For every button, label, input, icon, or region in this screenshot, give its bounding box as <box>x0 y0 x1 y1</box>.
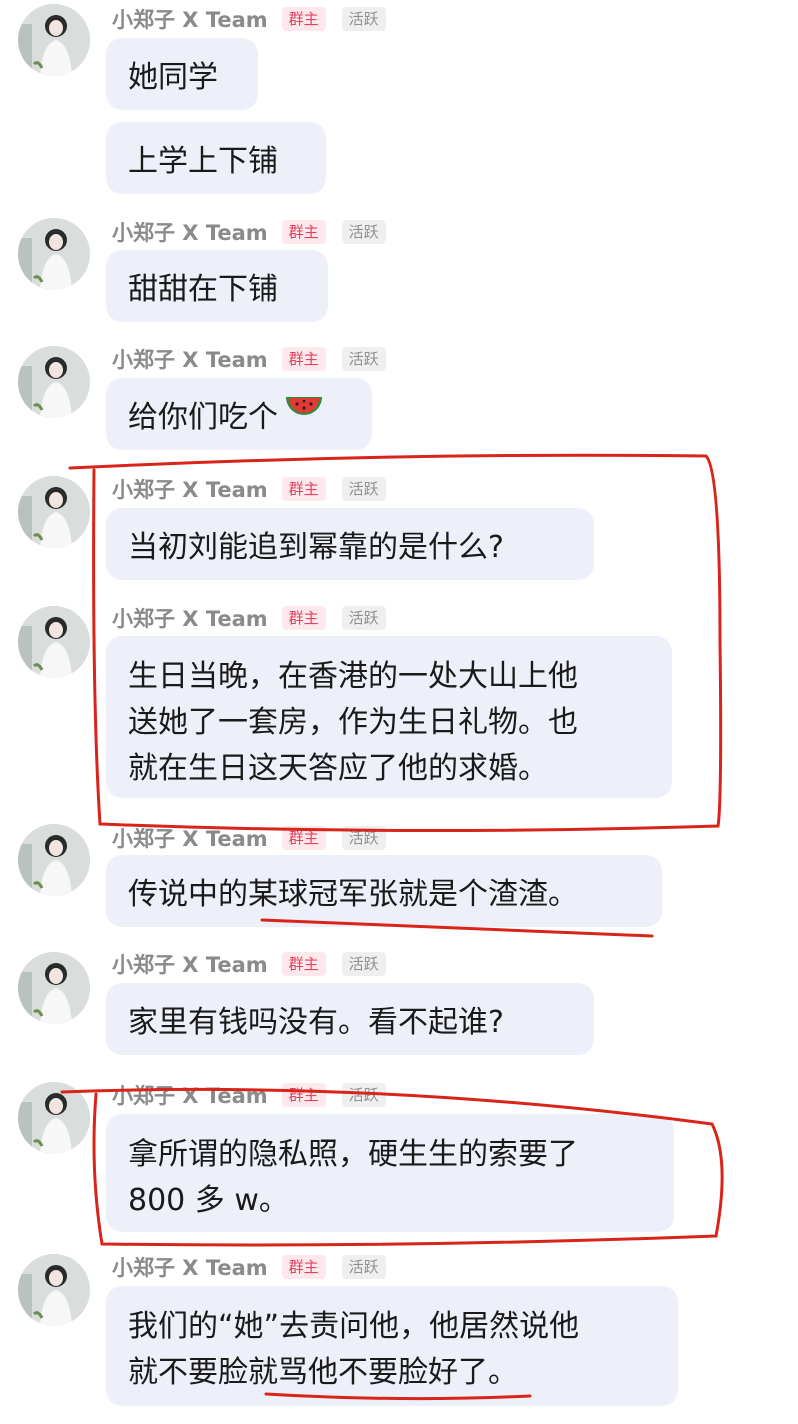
message-header: 小郑子 X Team 群主 活跃 <box>112 1254 402 1280</box>
owner-badge: 群主 <box>281 826 326 850</box>
active-badge: 活跃 <box>341 952 386 976</box>
avatar[interactable] <box>18 346 90 418</box>
message-bubble[interactable]: 甜甜在下铺 <box>106 250 328 322</box>
avatar[interactable] <box>18 1254 90 1326</box>
message-bubble[interactable]: 我们的“她”去责问他，他居然说他 就不要脸就骂他不要脸好了。 <box>106 1286 678 1406</box>
owner-badge: 群主 <box>281 7 326 31</box>
message-text: 就不要脸就骂他不要脸好了。 <box>128 1355 518 1390</box>
message-text: 生日当晚，在香港的一处大山上他 <box>128 659 578 694</box>
message-text: 800 多 w。 <box>128 1183 289 1218</box>
message-header: 小郑子 X Team 群主 活跃 <box>112 6 402 32</box>
owner-badge: 群主 <box>281 220 326 244</box>
avatar[interactable] <box>18 476 90 548</box>
watermelon-icon <box>284 393 324 435</box>
message-text: 送她了一套房，作为生日礼物。也 <box>128 705 578 740</box>
message-bubble[interactable]: 拿所谓的隐私照，硬生生的索要了 800 多 w。 <box>106 1114 674 1232</box>
avatar[interactable] <box>18 824 90 896</box>
sender-name[interactable]: 小郑子 X Team <box>112 217 268 247</box>
message-text: 就在生日这天答应了他的求婚。 <box>128 751 548 786</box>
active-badge: 活跃 <box>341 7 386 31</box>
message-header: 小郑子 X Team 群主 活跃 <box>112 219 402 245</box>
message-bubble[interactable]: 她同学 <box>106 38 258 110</box>
avatar[interactable] <box>18 952 90 1024</box>
sender-name[interactable]: 小郑子 X Team <box>112 949 268 979</box>
avatar[interactable] <box>18 4 90 76</box>
message-bubble[interactable]: 给你们吃个 <box>106 378 372 450</box>
active-badge: 活跃 <box>341 1083 386 1107</box>
message-bubble[interactable]: 当初刘能追到幂靠的是什么? <box>106 508 594 580</box>
message-text: 甜甜在下铺 <box>128 272 278 307</box>
avatar[interactable] <box>18 1082 90 1154</box>
sender-name[interactable]: 小郑子 X Team <box>112 4 268 34</box>
avatar[interactable] <box>18 606 90 678</box>
message-header: 小郑子 X Team 群主 活跃 <box>112 825 402 851</box>
message-header: 小郑子 X Team 群主 活跃 <box>112 346 402 372</box>
message-text: 上学上下铺 <box>128 144 278 179</box>
message-bubble[interactable]: 上学上下铺 <box>106 122 326 194</box>
active-badge: 活跃 <box>341 1255 386 1279</box>
active-badge: 活跃 <box>341 477 386 501</box>
message-bubble[interactable]: 家里有钱吗没有。看不起谁? <box>106 983 594 1055</box>
owner-badge: 群主 <box>281 347 326 371</box>
message-text: 家里有钱吗没有。看不起谁? <box>128 1005 504 1040</box>
active-badge: 活跃 <box>341 220 386 244</box>
active-badge: 活跃 <box>341 826 386 850</box>
message-text: 她同学 <box>128 60 218 95</box>
avatar[interactable] <box>18 218 90 290</box>
owner-badge: 群主 <box>281 1083 326 1107</box>
message-text: 传说中的某球冠军张就是个渣渣。 <box>128 877 578 912</box>
message-header: 小郑子 X Team 群主 活跃 <box>112 605 402 631</box>
message-text: 我们的“她”去责问他，他居然说他 <box>128 1309 580 1344</box>
sender-name[interactable]: 小郑子 X Team <box>112 474 268 504</box>
active-badge: 活跃 <box>341 606 386 630</box>
message-bubble[interactable]: 传说中的某球冠军张就是个渣渣。 <box>106 855 662 927</box>
message-header: 小郑子 X Team 群主 活跃 <box>112 1082 402 1108</box>
owner-badge: 群主 <box>281 606 326 630</box>
sender-name[interactable]: 小郑子 X Team <box>112 603 268 633</box>
owner-badge: 群主 <box>281 1255 326 1279</box>
sender-name[interactable]: 小郑子 X Team <box>112 344 268 374</box>
owner-badge: 群主 <box>281 477 326 501</box>
message-bubble[interactable]: 生日当晚，在香港的一处大山上他 送她了一套房，作为生日礼物。也 就在生日这天答应… <box>106 636 672 798</box>
message-text: 当初刘能追到幂靠的是什么? <box>128 530 504 565</box>
active-badge: 活跃 <box>341 347 386 371</box>
message-text: 拿所谓的隐私照，硬生生的索要了 <box>128 1137 578 1172</box>
owner-badge: 群主 <box>281 952 326 976</box>
message-header: 小郑子 X Team 群主 活跃 <box>112 951 402 977</box>
sender-name[interactable]: 小郑子 X Team <box>112 1080 268 1110</box>
message-header: 小郑子 X Team 群主 活跃 <box>112 476 402 502</box>
message-text: 给你们吃个 <box>128 400 278 435</box>
sender-name[interactable]: 小郑子 X Team <box>112 823 268 853</box>
sender-name[interactable]: 小郑子 X Team <box>112 1252 268 1282</box>
